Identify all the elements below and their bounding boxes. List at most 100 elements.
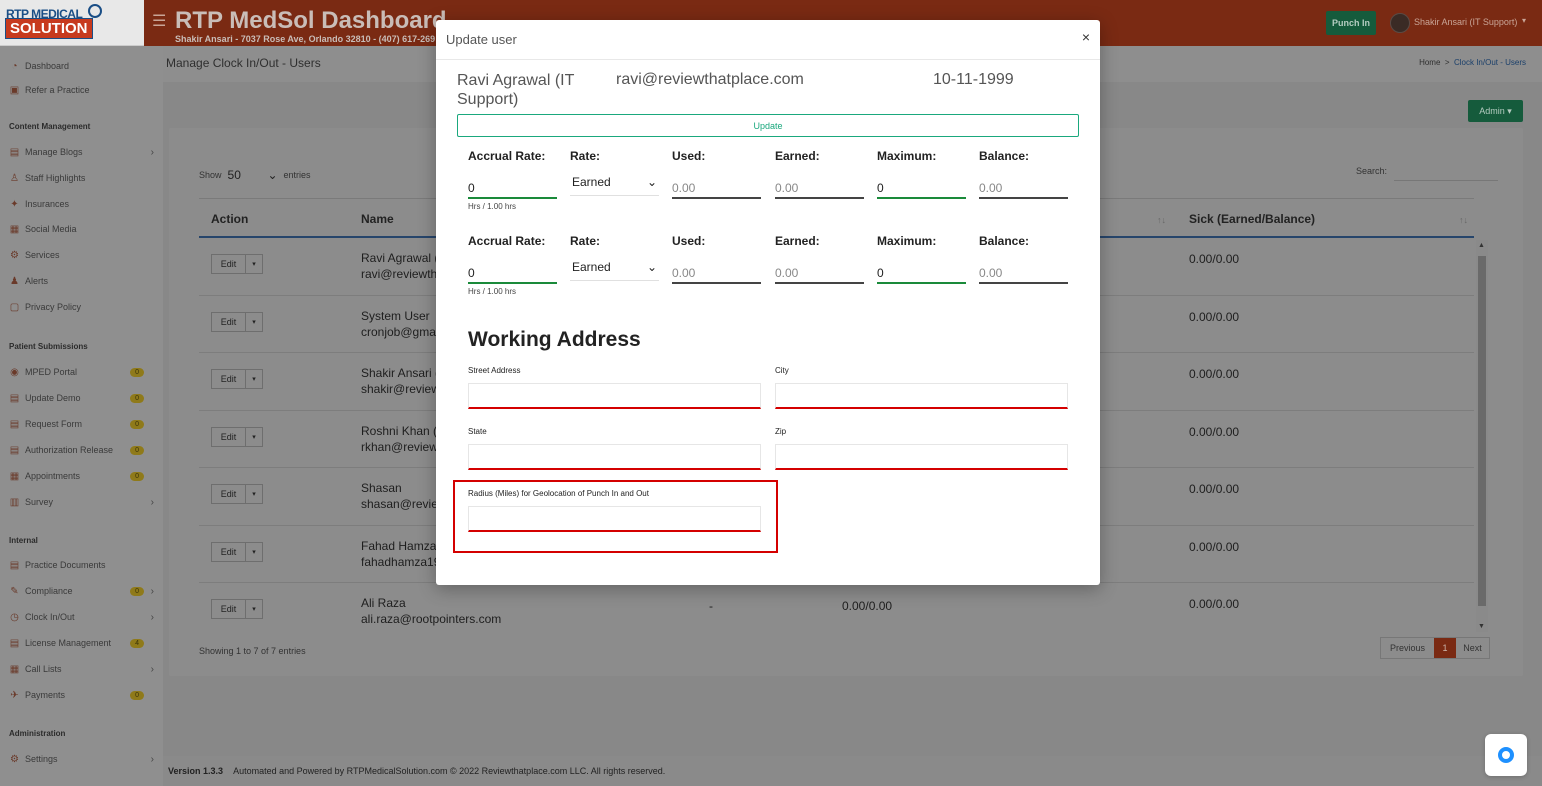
- sidebar-item-payments[interactable]: ✈ Payments 0: [8, 688, 156, 702]
- balance-input[interactable]: 0.00: [979, 172, 1068, 199]
- survey-icon: ▥: [9, 496, 20, 508]
- sidebar-item-update-demo[interactable]: ▤ Update Demo 0: [8, 391, 156, 405]
- sidebar: ◔ Dashboard ▣ Refer a Practice Content Man…: [0, 46, 163, 786]
- hamburger-menu-icon[interactable]: ☰: [152, 11, 166, 31]
- sidebar-item-social-media[interactable]: ▦ Social Media: [8, 222, 156, 236]
- edit-button[interactable]: Edit: [212, 542, 246, 561]
- sick-balance: 0.00/0.00: [1189, 539, 1240, 554]
- maximum-input[interactable]: 0: [877, 172, 966, 199]
- update-button[interactable]: Update: [457, 114, 1079, 137]
- sidebar-item-refer-practice[interactable]: ▣ Refer a Practice: [8, 83, 156, 97]
- sidebar-item-call-lists[interactable]: ▦ Call Lists ›: [8, 662, 156, 676]
- sidebar-item-appointments[interactable]: ▦ Appointments 0: [8, 469, 156, 483]
- caret-down-icon[interactable]: ▾: [246, 600, 262, 618]
- column-action[interactable]: Action: [211, 212, 248, 226]
- edit-button[interactable]: Edit: [212, 312, 246, 331]
- sidebar-item-settings[interactable]: ⚙ Settings ›: [8, 752, 156, 766]
- sick-balance: 0.00/0.00: [1189, 597, 1240, 611]
- sidebar-item-authorization-release[interactable]: ▤ Authorization Release 0: [8, 443, 156, 457]
- maximum-input[interactable]: 0: [877, 257, 966, 284]
- refer-icon: ▣: [9, 84, 20, 96]
- caret-down-icon[interactable]: ▾: [246, 485, 262, 503]
- column-name[interactable]: Name: [361, 212, 394, 226]
- scroll-down-icon[interactable]: ▼: [1478, 623, 1485, 630]
- sidebar-item-clock-in-out[interactable]: ◷ Clock In/Out ›: [8, 610, 156, 624]
- scroll-up-icon[interactable]: ▲: [1478, 242, 1485, 249]
- portal-icon: ◉: [10, 366, 19, 378]
- chevron-down-icon: ⌄: [646, 175, 657, 189]
- count-badge: 0: [130, 586, 144, 596]
- edit-button[interactable]: Edit: [212, 255, 246, 273]
- sidebar-item-survey[interactable]: ▥ Survey ›: [8, 495, 156, 509]
- state-input[interactable]: [468, 444, 761, 470]
- table-scrollbar[interactable]: ▲ ▼: [1476, 240, 1488, 632]
- pagination-next[interactable]: Next: [1456, 638, 1489, 658]
- column-sick[interactable]: Sick (Earned/Balance): [1189, 212, 1315, 226]
- edit-button[interactable]: Edit: [212, 485, 246, 503]
- sidebar-item-practice-documents[interactable]: ▤ Practice Documents: [8, 558, 156, 572]
- caret-down-icon[interactable]: ▾: [246, 370, 262, 388]
- pagination-page-1[interactable]: 1: [1434, 638, 1456, 658]
- accrual-rate-input[interactable]: 0: [468, 257, 557, 284]
- alert-icon: ♟: [10, 275, 19, 287]
- sidebar-item-license-management[interactable]: ▤ License Management 4: [8, 636, 156, 650]
- earned-input[interactable]: 0.00: [775, 257, 864, 284]
- app-logo[interactable]: RTP MEDICAL SOLUTION: [0, 0, 144, 46]
- dashboard-icon: ◔: [11, 60, 18, 72]
- insurance-icon: ✦: [10, 198, 19, 210]
- user-menu-name[interactable]: Shakir Ansari (IT Support): [1414, 17, 1517, 27]
- sidebar-item-request-form[interactable]: ▤ Request Form 0: [8, 417, 156, 431]
- earned-label: Earned:: [775, 149, 820, 163]
- sidebar-item-privacy-policy[interactable]: ▢ Privacy Policy: [8, 300, 156, 314]
- search-input[interactable]: [1394, 180, 1498, 181]
- entries-select[interactable]: 50 ⌄: [228, 168, 278, 182]
- sidebar-item-staff-highlights[interactable]: ♙ Staff Highlights: [8, 171, 156, 185]
- edit-button[interactable]: Edit: [212, 427, 246, 446]
- chevron-down-icon[interactable]: ▾: [1522, 16, 1526, 25]
- sidebar-item-insurances[interactable]: ✦ Insurances: [8, 197, 156, 211]
- caret-down-icon[interactable]: ▾: [246, 428, 262, 446]
- settings-icon: ⚙: [10, 753, 19, 765]
- sidebar-item-manage-blogs[interactable]: ▤ Manage Blogs ›: [8, 145, 156, 159]
- pagination-previous[interactable]: Previous: [1381, 638, 1434, 658]
- radius-input[interactable]: [468, 506, 761, 532]
- help-button[interactable]: [1485, 734, 1527, 776]
- avatar[interactable]: [1390, 13, 1410, 33]
- street-address-input[interactable]: [468, 383, 761, 409]
- user-cell: Shakir Ansari (shakir@review: [361, 366, 440, 396]
- balance-input[interactable]: 0.00: [979, 257, 1068, 284]
- edit-button[interactable]: Edit: [212, 370, 246, 388]
- used-input[interactable]: 0.00: [672, 257, 761, 284]
- breadcrumb-home[interactable]: Home: [1419, 58, 1440, 67]
- sidebar-item-alerts[interactable]: ♟ Alerts: [8, 274, 156, 288]
- sidebar-item-compliance[interactable]: ✎ Compliance 0 ›: [8, 584, 156, 598]
- close-icon[interactable]: ×: [1082, 29, 1090, 45]
- admin-dropdown-button[interactable]: Admin ▾: [1468, 100, 1523, 122]
- sidebar-item-dashboard[interactable]: ◔ Dashboard: [8, 59, 156, 73]
- caret-down-icon[interactable]: ▾: [246, 255, 262, 273]
- accrual-hrs-hint: Hrs / 1.00 hrs: [468, 287, 517, 296]
- accrual-rate-input[interactable]: 0: [468, 172, 557, 199]
- form-icon: ▤: [9, 418, 20, 430]
- caret-down-icon[interactable]: ▾: [246, 543, 262, 561]
- logo-line2: SOLUTION: [5, 18, 93, 39]
- sidebar-item-services[interactable]: ⚙ Services: [8, 248, 156, 262]
- social-icon: ▦: [9, 223, 20, 235]
- rate-select[interactable]: Earned ⌄: [570, 254, 659, 281]
- scrollbar-thumb[interactable]: [1478, 256, 1486, 606]
- sidebar-item-mped-portal[interactable]: ◉ MPED Portal 0: [8, 365, 156, 379]
- edit-button[interactable]: Edit: [212, 600, 246, 618]
- logo-stethoscope-icon: [88, 4, 102, 18]
- used-input[interactable]: 0.00: [672, 172, 761, 199]
- city-input[interactable]: [775, 383, 1068, 409]
- modal-title: Update user: [446, 32, 517, 47]
- zip-input[interactable]: [775, 444, 1068, 470]
- punch-in-button[interactable]: Punch In: [1326, 11, 1376, 35]
- breadcrumb-separator: >: [1444, 58, 1450, 67]
- rate-select[interactable]: Earned ⌄: [570, 169, 659, 196]
- sort-icon[interactable]: ↑↓: [1459, 215, 1468, 225]
- caret-down-icon[interactable]: ▾: [246, 313, 262, 331]
- city-label: City: [775, 366, 789, 375]
- sort-icon[interactable]: ↑↓: [1157, 215, 1166, 225]
- earned-input[interactable]: 0.00: [775, 172, 864, 199]
